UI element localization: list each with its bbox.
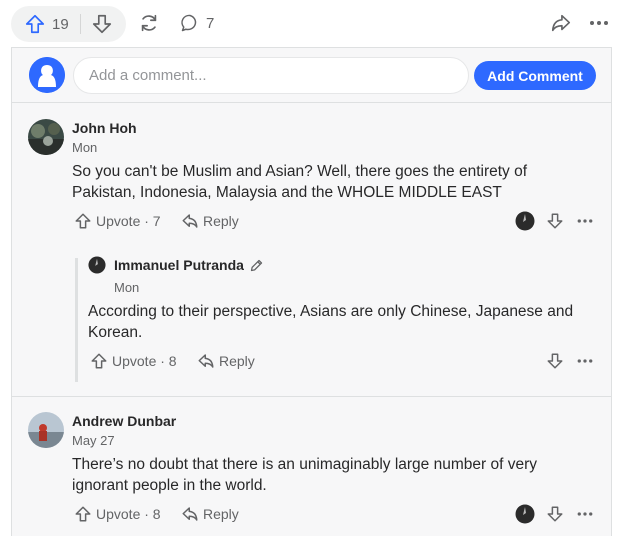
reshare-button[interactable] [138,12,160,39]
more-dots-icon [577,512,593,516]
comment-timestamp[interactable]: Mon [114,280,139,295]
pencil-icon [248,257,264,273]
reply-icon [182,507,198,521]
comment-downvote-button[interactable] [545,351,565,371]
reply-item: Immanuel Putranda Mon According to their… [12,248,611,388]
reply-label: Reply [203,506,239,522]
comments-button[interactable]: 7 [180,13,214,33]
reaction-avatar[interactable] [515,504,535,524]
upvote-button[interactable]: 19 [11,6,80,42]
comment-upvote-button[interactable]: Upvote · 8 [90,352,177,370]
comments-panel: Add Comment John Hoh Mon So you can't be… [11,47,612,536]
comment-timestamp[interactable]: May 27 [72,433,115,448]
avatar[interactable] [28,412,64,448]
more-dots-icon [577,359,593,363]
comment-item: John Hoh Mon So you can't be Muslim and … [12,104,611,239]
user-avatar-icon [515,211,535,231]
comment-text: So you can't be Muslim and Asian? Well, … [72,163,528,201]
upvote-label: Upvote · 8 [112,353,177,369]
downvote-arrow-icon [92,14,112,34]
upvote-count: 19 [52,15,69,33]
reply-label: Reply [219,353,255,369]
comment-more-button[interactable] [575,504,595,524]
more-options-button[interactable] [588,13,610,38]
upvote-arrow-icon [91,353,107,369]
comment-text: There’s no doubt that there is an unimag… [72,456,537,494]
comment-downvote-button[interactable] [545,504,565,524]
reply-button[interactable]: Reply [181,505,239,523]
downvote-arrow-icon [547,506,563,522]
upvote-arrow-icon [75,506,91,522]
reshare-icon [141,14,157,32]
comment-author[interactable]: Andrew Dunbar [72,413,176,429]
reaction-avatar[interactable] [515,211,535,231]
comment-composer: Add Comment [12,48,611,103]
comment-downvote-button[interactable] [545,211,565,231]
default-user-icon [29,57,65,93]
reply-icon [182,214,198,228]
downvote-button[interactable] [91,6,126,42]
reply-icon [198,354,214,368]
upvote-arrow-icon [75,213,91,229]
reply-button[interactable]: Reply [181,212,239,230]
user-avatar-icon [88,256,106,274]
comment-item: Andrew Dunbar May 27 There’s no doubt th… [12,397,611,536]
downvote-arrow-icon [547,213,563,229]
upvote-arrow-icon [25,14,45,34]
comment-text: According to their perspective, Asians a… [88,303,574,341]
vote-pill: 19 [11,6,126,42]
more-dots-icon [590,21,608,25]
comment-timestamp[interactable]: Mon [72,140,97,155]
share-button[interactable] [550,12,572,39]
downvote-arrow-icon [547,353,563,369]
reply-button[interactable]: Reply [197,352,255,370]
user-avatar-icon [515,504,535,524]
upvote-label: Upvote · 8 [96,506,161,522]
comment-more-button[interactable] [575,211,595,231]
answer-action-bar: 19 7 [0,0,623,46]
avatar[interactable] [88,256,106,274]
reply-label: Reply [203,213,239,229]
comment-author[interactable]: Immanuel Putranda [114,257,244,273]
user-photo-icon [28,412,64,448]
comment-more-button[interactable] [575,351,595,371]
comment-upvote-button[interactable]: Upvote · 7 [74,212,161,230]
vote-divider [80,14,81,34]
comment-author[interactable]: John Hoh [72,120,137,136]
comment-input[interactable] [73,57,469,94]
comment-count: 7 [206,14,215,32]
avatar[interactable] [28,119,64,155]
comment-upvote-button[interactable]: Upvote · 8 [74,505,161,523]
upvote-label: Upvote · 7 [96,213,161,229]
share-forward-icon [551,14,571,32]
comment-bubble-icon [181,14,197,32]
current-user-avatar [29,57,65,93]
add-comment-button[interactable]: Add Comment [474,61,596,90]
more-dots-icon [577,219,593,223]
user-photo-icon [28,119,64,155]
